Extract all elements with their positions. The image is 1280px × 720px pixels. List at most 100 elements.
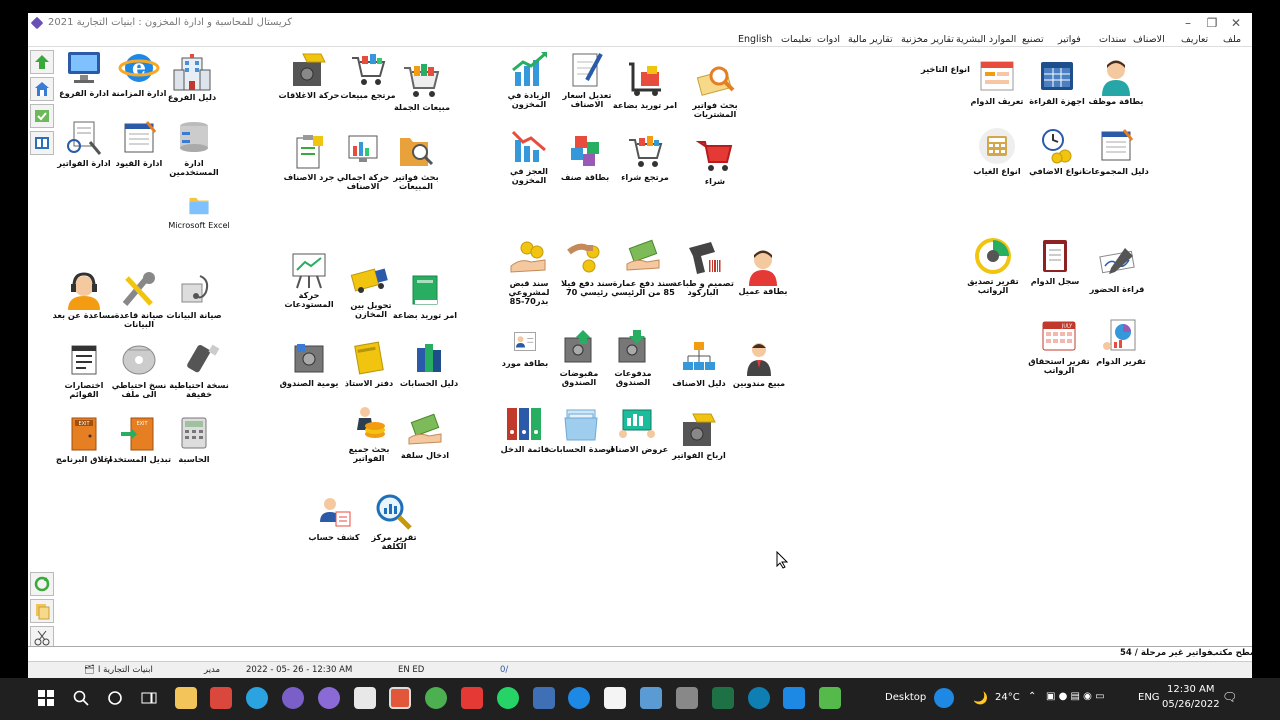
shortcut-label: شراء (704, 176, 726, 186)
anydesk-icon[interactable] (461, 687, 483, 709)
refresh-button[interactable] (30, 572, 54, 596)
coins-hand-icon (510, 241, 546, 273)
shortcut-data-maintenance[interactable]: صيانة البيانات (159, 270, 229, 320)
shortcut-label: ارباح الفواتير (672, 450, 726, 460)
shortcut-attendance-report[interactable]: تقرير الدوام (1086, 316, 1156, 366)
chrome-icon[interactable] (425, 687, 447, 709)
excel-icon[interactable] (712, 687, 734, 709)
shortcut-cost-center-report[interactable]: تقرير مركز الكلفة (359, 492, 429, 551)
safe-icon (294, 344, 324, 373)
windows-taskbar: Desktop 🌙 24°C ⌃ ▣ ● ▤ ◉ ▭ ENG 12:30 AM … (0, 678, 1280, 720)
menu-hr[interactable]: الموارد البشرية (956, 34, 1016, 45)
usb-app-icon[interactable] (676, 687, 698, 709)
employee-icon (1102, 60, 1130, 96)
account-card-icon (320, 498, 351, 527)
shortcut-light-backup[interactable]: نسخة احتياطية خفيفة (164, 340, 234, 399)
shortcut-label: مرتجع شراء (621, 172, 669, 182)
task-view-icon[interactable] (141, 690, 157, 706)
shortcut-accounts-guide[interactable]: دليل الحسابات (394, 338, 464, 388)
copy-button[interactable] (30, 599, 54, 623)
clock-date[interactable]: 05/26/2022 (1162, 699, 1220, 710)
shortcut-salary-approval-report[interactable]: تقرير تصديق الرواتب (958, 236, 1028, 295)
shortcut-calculator[interactable]: الحاسبة (159, 414, 229, 464)
shortcut-agents-sales[interactable]: مبيع مندوبين (724, 338, 794, 388)
tab-desktop[interactable]: سطح مكتب (1210, 648, 1252, 658)
notification-icon[interactable]: 🗨 (1222, 690, 1237, 704)
telegram-icon[interactable] (246, 687, 268, 709)
shortcut-enter-advance[interactable]: ادخال سلفة (390, 410, 460, 460)
weather-temp[interactable]: 24°C (995, 692, 1020, 703)
cortana-icon[interactable] (107, 690, 123, 706)
shortcut-item-offers[interactable]: عروض الاصناف (602, 404, 672, 454)
clock-time[interactable]: 12:30 AM (1167, 684, 1214, 695)
shortcut-excel[interactable]: Microsoft Excel (164, 192, 234, 230)
shortcut-cash-payments[interactable]: مدفوعات الصندوق (598, 328, 668, 387)
monitor-icon (68, 52, 100, 83)
app-circle-icon[interactable] (748, 687, 770, 709)
shortcut-search-purchases[interactable]: بحث فواتير المشتريات (680, 60, 750, 119)
edge-icon[interactable] (568, 687, 590, 709)
media-app-icon[interactable] (210, 687, 232, 709)
shortcut-attendance-reading[interactable]: قراءة الحضور (1082, 244, 1152, 294)
shortcut-purchase[interactable]: شراء (680, 136, 750, 186)
menu-stock-reports[interactable]: تقارير مخزنية (901, 34, 954, 45)
camtasia-icon[interactable] (819, 687, 841, 709)
shortcut-warehouse-movement[interactable]: حركة المستودعات (274, 250, 344, 309)
search-icon[interactable] (73, 690, 89, 706)
shortcut-invoice-profits[interactable]: ارباح الفواتير (664, 410, 734, 460)
app-blue-icon[interactable] (640, 687, 662, 709)
menu-definitions[interactable]: تعاريف (1181, 34, 1208, 45)
shortcut-supply-order-2[interactable]: امر توريد بضاعة (390, 270, 460, 320)
menu-vouchers[interactable]: سندات (1099, 34, 1126, 45)
file-explorer-icon[interactable] (175, 687, 197, 709)
shortcut-purchase-return[interactable]: مرتجع شراء (610, 132, 680, 182)
bottom-tab-bar: سطح مكتب فواتير غير مرحلة / 54 (28, 646, 1252, 660)
shortcut-search-sales[interactable]: بحث فواتير المبيعات (381, 132, 451, 191)
cash-hand-icon (626, 239, 660, 271)
menu-manufacturing[interactable]: تصنيع (1022, 34, 1044, 45)
minimize-button[interactable]: – (1176, 15, 1200, 31)
safe-gold-icon (683, 413, 716, 446)
shortcut-groups-guide[interactable]: دليل المجموعات (1081, 126, 1151, 176)
shortcut-attendance-log[interactable]: سجل الدوام (1020, 236, 1090, 286)
whatsapp-icon[interactable] (497, 687, 519, 709)
tray-chevron-icon[interactable]: ⌃ (1028, 691, 1036, 702)
video-player-icon[interactable] (783, 687, 805, 709)
shortcut-supply-order[interactable]: امر توريد بضاعة (610, 60, 680, 110)
shortcut-employee-card[interactable]: بطاقة موظف (1081, 56, 1151, 106)
tab-unposted-invoices[interactable]: فواتير غير مرحلة / 54 (1120, 648, 1212, 658)
shortcut-users-admin[interactable]: ادارة المستخدمين (159, 118, 229, 177)
desktop-toolbar-label[interactable]: Desktop (885, 692, 926, 703)
shortcut-branch-guide[interactable]: دليل الفروع (157, 52, 227, 102)
crystal-app-icon[interactable] (389, 687, 411, 709)
menu-invoices[interactable]: فواتير (1058, 34, 1081, 45)
shortcut-customer-card[interactable]: بطاقة عميل (728, 246, 798, 296)
store-icon[interactable] (604, 687, 626, 709)
help-icon[interactable] (934, 688, 954, 708)
shortcut-label: امر توريد بضاعة (612, 100, 678, 110)
shortcut-wholesale[interactable]: مبيعات الجملة (387, 62, 457, 112)
binders-icon (507, 408, 541, 440)
close-button[interactable]: ✕ (1224, 15, 1248, 31)
input-language[interactable]: ENG (1138, 692, 1160, 703)
app-gem-2-icon[interactable] (318, 687, 340, 709)
ledger-icon (124, 121, 157, 153)
app-gem-icon[interactable] (282, 687, 304, 709)
windows-start-icon[interactable] (38, 690, 54, 706)
tray-icons[interactable]: ▣ ● ▤ ◉ ▭ (1046, 691, 1105, 702)
chart-down-icon (511, 130, 546, 162)
menu-english-label[interactable]: English (738, 34, 772, 45)
shortcut-label: مبيع مندوبين (732, 378, 786, 388)
menu-file[interactable]: ملف (1223, 34, 1241, 45)
menu-tools[interactable]: ادوات (817, 34, 840, 45)
shortcut-salary-due-report[interactable]: JULY تقرير استحقاق الرواتب (1024, 316, 1094, 375)
menu-help[interactable]: تعليمات (781, 34, 812, 45)
presentation-icon (619, 409, 655, 438)
app-doc-icon[interactable] (354, 687, 376, 709)
menu-bar: ملف تعاريف الاصناف سندات فواتير تصنيع ال… (28, 33, 1252, 47)
menu-items[interactable]: الاصناف (1133, 34, 1165, 45)
menu-financial-reports[interactable]: تقارير مالية (848, 34, 893, 45)
network-app-icon[interactable] (533, 687, 555, 709)
exit-door-icon: EXIT (71, 417, 97, 451)
restore-button[interactable]: ❐ (1200, 15, 1224, 31)
